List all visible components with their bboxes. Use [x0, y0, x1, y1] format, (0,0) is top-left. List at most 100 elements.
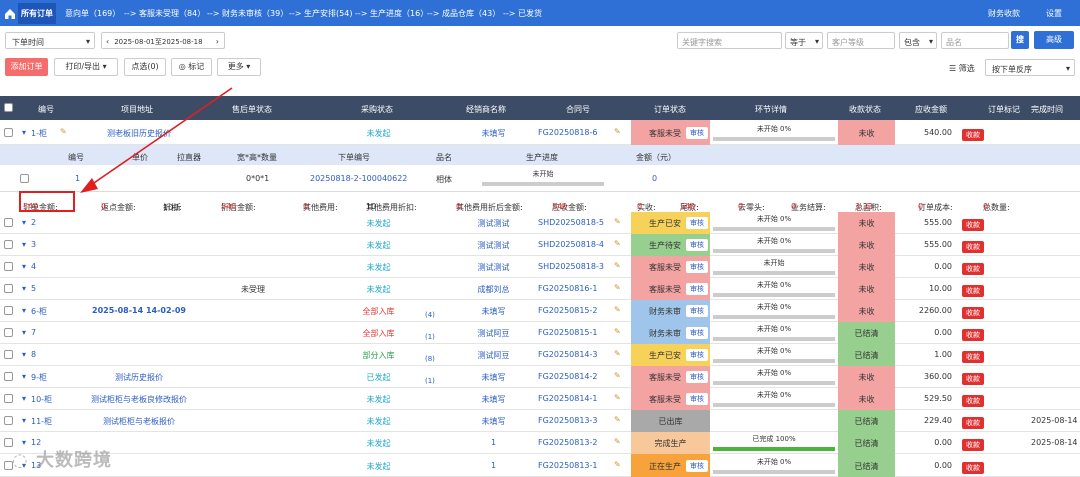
filter-toggle[interactable]: ☰ 筛选	[949, 63, 975, 74]
row-checkbox[interactable]	[4, 416, 13, 425]
tab-finance-pending[interactable]: --> 财务未审核（39）	[207, 8, 288, 19]
row-contract[interactable]: SHD20250818-3	[538, 262, 612, 271]
tab-shipped[interactable]: --> 已发货	[503, 8, 542, 19]
expand-caret-icon[interactable]: ▾	[22, 350, 26, 359]
collect-button[interactable]: 收款	[962, 395, 984, 407]
tab-production-plan[interactable]: --> 生产安排(54)	[289, 8, 352, 19]
row-dealer[interactable]: 未填写	[455, 372, 532, 383]
finance-collect-link[interactable]: 财务收款	[988, 8, 1020, 19]
expand-caret-icon[interactable]: ▾	[22, 218, 26, 227]
row-contract[interactable]: FG20250815-1	[538, 328, 612, 337]
chevron-right-icon[interactable]: ›	[216, 37, 219, 46]
collect-button[interactable]: 收款	[962, 462, 984, 474]
edit-pencil-icon[interactable]: ✎	[614, 239, 621, 248]
row-address[interactable]: 2025-08-14 14-02-09	[75, 306, 203, 315]
tab-all-orders[interactable]: 所有订单	[18, 3, 56, 24]
pick-button[interactable]: 点选(0)	[124, 58, 166, 76]
row-contract[interactable]: FG20250814-2	[538, 372, 612, 381]
row-no[interactable]: 7	[31, 328, 36, 337]
edit-pencil-icon[interactable]: ✎	[614, 217, 621, 226]
row-dealer[interactable]: 测试测试	[455, 262, 532, 273]
row-no[interactable]: 9-柜	[31, 372, 47, 383]
mark-button[interactable]: ◎ 标记	[171, 58, 212, 76]
edit-pencil-icon[interactable]: ✎	[614, 460, 621, 469]
sub-row-checkbox[interactable]	[20, 174, 29, 183]
select-all-checkbox[interactable]	[4, 103, 13, 112]
edit-pencil-icon[interactable]: ✎	[614, 305, 621, 314]
row-checkbox[interactable]	[4, 284, 13, 293]
row-contract[interactable]: FG20250814-3	[538, 350, 612, 359]
edit-pencil-icon[interactable]: ✎	[614, 349, 621, 358]
edit-pencil-icon[interactable]: ✎	[614, 371, 621, 380]
row-checkbox[interactable]	[4, 394, 13, 403]
chevron-left-icon[interactable]: ‹	[106, 37, 109, 46]
row-contract[interactable]: SHD20250818-5	[538, 218, 612, 227]
row-checkbox[interactable]	[4, 306, 13, 315]
audit-button[interactable]: 审核	[686, 371, 708, 383]
audit-button[interactable]: 审核	[686, 393, 708, 405]
sub-row-order-no[interactable]: 20250818-2-100040622	[310, 174, 407, 183]
expand-caret-icon[interactable]: ▾	[22, 240, 26, 249]
contains-select[interactable]: 包含 ▾	[899, 32, 937, 49]
row-no[interactable]: 1-柜	[31, 128, 47, 139]
audit-button[interactable]: 审核	[686, 327, 708, 339]
collect-button[interactable]: 收款	[962, 439, 984, 451]
tab-production-progress[interactable]: --> 生产进度（16）	[355, 8, 428, 19]
collect-button[interactable]: 收款	[962, 129, 984, 141]
settings-link[interactable]: 设置	[1046, 8, 1062, 19]
expand-caret-icon[interactable]: ▾	[22, 372, 26, 381]
home-icon[interactable]	[2, 3, 18, 23]
audit-button[interactable]: 审核	[686, 305, 708, 317]
edit-pencil-icon[interactable]: ✎	[614, 261, 621, 270]
row-dealer[interactable]: 1	[455, 438, 532, 447]
collect-button[interactable]: 收款	[962, 329, 984, 341]
row-address[interactable]: 测试柜柜与老板报价	[75, 416, 203, 427]
row-dealer[interactable]: 成都刘总	[455, 284, 532, 295]
row-no[interactable]: 5	[31, 284, 36, 293]
audit-button[interactable]: 审核	[686, 283, 708, 295]
audit-button[interactable]: 审核	[686, 127, 708, 139]
row-dealer[interactable]: 未填写	[455, 416, 532, 427]
row-contract[interactable]: FG20250816-1	[538, 284, 612, 293]
expand-caret-icon[interactable]: ▾	[22, 328, 26, 337]
edit-pencil-icon[interactable]: ✎	[614, 127, 621, 136]
row-no[interactable]: 2	[31, 218, 36, 227]
row-no[interactable]: 10-柜	[31, 394, 52, 405]
collect-button[interactable]: 收款	[962, 219, 984, 231]
date-range-picker[interactable]: ‹ 2025-08-01至2025-08-18 ›	[101, 32, 225, 49]
print-export-button[interactable]: 打印/导出 ▾	[54, 58, 118, 76]
row-no[interactable]: 3	[31, 240, 36, 249]
equals-select[interactable]: 等于 ▾	[785, 32, 823, 49]
row-dealer[interactable]: 1	[455, 461, 532, 470]
audit-button[interactable]: 审核	[686, 349, 708, 361]
audit-button[interactable]: 审核	[686, 261, 708, 273]
search-button[interactable]: 搜	[1011, 31, 1029, 49]
collect-button[interactable]: 收款	[962, 351, 984, 363]
audit-button[interactable]: 审核	[686, 217, 708, 229]
collect-button[interactable]: 收款	[962, 373, 984, 385]
more-button[interactable]: 更多 ▾	[217, 58, 261, 76]
edit-pencil-icon[interactable]: ✎	[60, 127, 67, 136]
product-name-input[interactable]: 品名	[941, 32, 1009, 49]
row-dealer[interactable]: 测试阿豆	[455, 350, 532, 361]
customer-level-input[interactable]: 客户等级	[827, 32, 895, 49]
row-dealer[interactable]: 测试阿豆	[455, 328, 532, 339]
row-checkbox[interactable]	[4, 350, 13, 359]
expand-caret-icon[interactable]: ▾	[22, 394, 26, 403]
edit-pencil-icon[interactable]: ✎	[614, 327, 621, 336]
tab-finished-warehouse[interactable]: --> 成品仓库（43）	[427, 8, 500, 19]
expand-caret-icon[interactable]: ▾	[22, 262, 26, 271]
row-contract[interactable]: FG20250814-1	[538, 394, 612, 403]
row-checkbox[interactable]	[4, 372, 13, 381]
row-contract[interactable]: FG20250813-2	[538, 438, 612, 447]
row-no[interactable]: 4	[31, 262, 36, 271]
sort-select[interactable]: 按下单反序 ▾	[985, 59, 1075, 76]
row-checkbox[interactable]	[4, 128, 13, 137]
row-contract[interactable]: SHD20250818-4	[538, 240, 612, 249]
expand-caret-icon[interactable]: ▾	[22, 128, 26, 137]
edit-pencil-icon[interactable]: ✎	[614, 283, 621, 292]
edit-pencil-icon[interactable]: ✎	[614, 437, 621, 446]
row-address[interactable]: 测试历史报价	[75, 372, 203, 383]
audit-button[interactable]: 审核	[686, 460, 708, 472]
collect-button[interactable]: 收款	[962, 263, 984, 275]
